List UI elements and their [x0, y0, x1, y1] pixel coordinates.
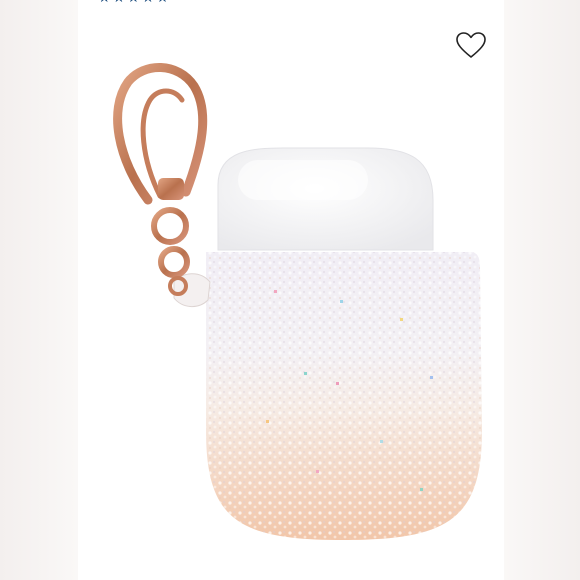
product-image	[113, 63, 482, 540]
product-card: ★ ★ ★ ★ ★	[78, 0, 504, 580]
left-backdrop	[0, 0, 78, 580]
right-backdrop	[502, 0, 580, 580]
